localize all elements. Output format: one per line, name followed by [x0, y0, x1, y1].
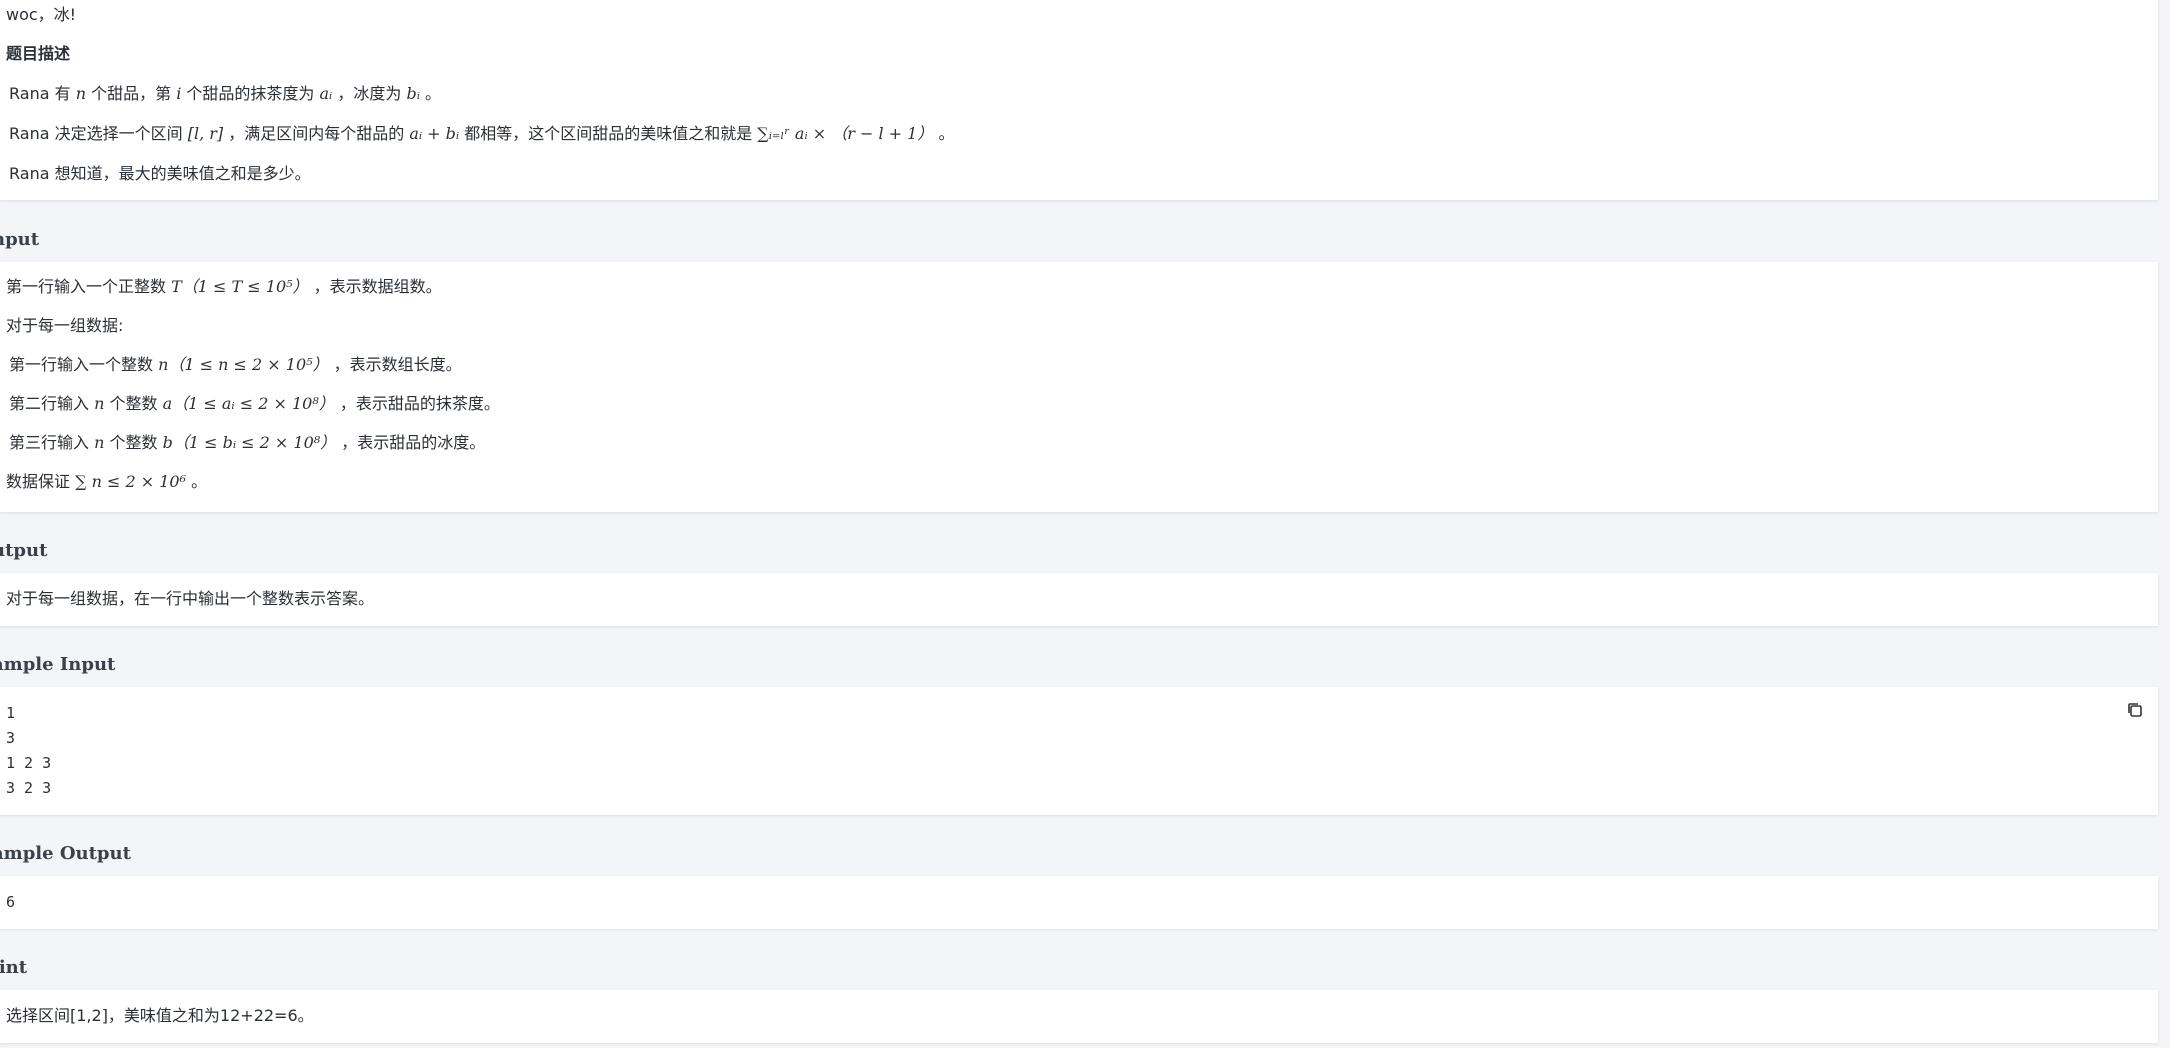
description-card: woc，冰! 题目描述 Rana 有 n 个甜品，第 i 个甜品的抹茶度为 aᵢ…	[0, 0, 2158, 200]
input-line-3: 第一行输入一个整数 n（1 ≤ n ≤ 2 × 10⁵） ，表示数组长度。	[9, 355, 462, 374]
hint-line-1: 选择区间[1,2]，美味值之和为12+22=6。	[6, 1006, 314, 1025]
input-card: 第一行输入一个正整数 T（1 ≤ T ≤ 10⁵） ，表示数据组数。 对于每一组…	[0, 262, 2158, 512]
input-line-4: 第二行输入 n 个整数 a（1 ≤ aᵢ ≤ 2 × 10⁸） ，表示甜品的抹茶…	[9, 394, 500, 413]
sample-input-heading: ample Input	[0, 654, 116, 675]
sample-input-card: 1 3 1 2 3 3 2 3	[0, 687, 2158, 815]
input-line-1: 第一行输入一个正整数 T（1 ≤ T ≤ 10⁵） ，表示数据组数。	[6, 277, 442, 296]
output-heading: utput	[0, 540, 48, 561]
description-line-2: Rana 决定选择一个区间 [l, r] ，满足区间内每个甜品的 aᵢ + bᵢ…	[9, 124, 955, 143]
hint-heading: lint	[0, 957, 28, 978]
sample-output-heading: ample Output	[0, 843, 131, 864]
description-line-3: Rana 想知道，最大的美味值之和是多少。	[9, 164, 311, 183]
input-line-5: 第三行输入 n 个整数 b（1 ≤ bᵢ ≤ 2 × 10⁸） ，表示甜品的冰度…	[9, 433, 486, 452]
sample-input-line: 3 2 3	[6, 779, 52, 797]
sample-input-line: 1 2 3	[6, 754, 52, 772]
output-card: 对于每一组数据，在一行中输出一个整数表示答案。	[0, 573, 2158, 626]
intro-line: woc，冰!	[6, 5, 77, 24]
sample-output-line: 6	[6, 893, 16, 911]
input-heading: nput	[0, 229, 40, 250]
input-line-2: 对于每一组数据:	[6, 316, 124, 335]
sample-output-card: 6	[0, 876, 2158, 929]
sample-input-line: 1	[6, 704, 16, 722]
input-line-6: 数据保证 ∑ n ≤ 2 × 10⁶ 。	[6, 472, 208, 491]
copy-icon[interactable]	[2126, 701, 2144, 719]
sample-input-line: 3	[6, 729, 16, 747]
description-line-1: Rana 有 n 个甜品，第 i 个甜品的抹茶度为 aᵢ ，冰度为 bᵢ 。	[9, 84, 442, 103]
output-line-1: 对于每一组数据，在一行中输出一个整数表示答案。	[6, 589, 375, 608]
problem-page: woc，冰! 题目描述 Rana 有 n 个甜品，第 i 个甜品的抹茶度为 aᵢ…	[0, 0, 2170, 1048]
description-heading: 题目描述	[6, 44, 71, 63]
hint-card: 选择区间[1,2]，美味值之和为12+22=6。	[0, 990, 2158, 1043]
